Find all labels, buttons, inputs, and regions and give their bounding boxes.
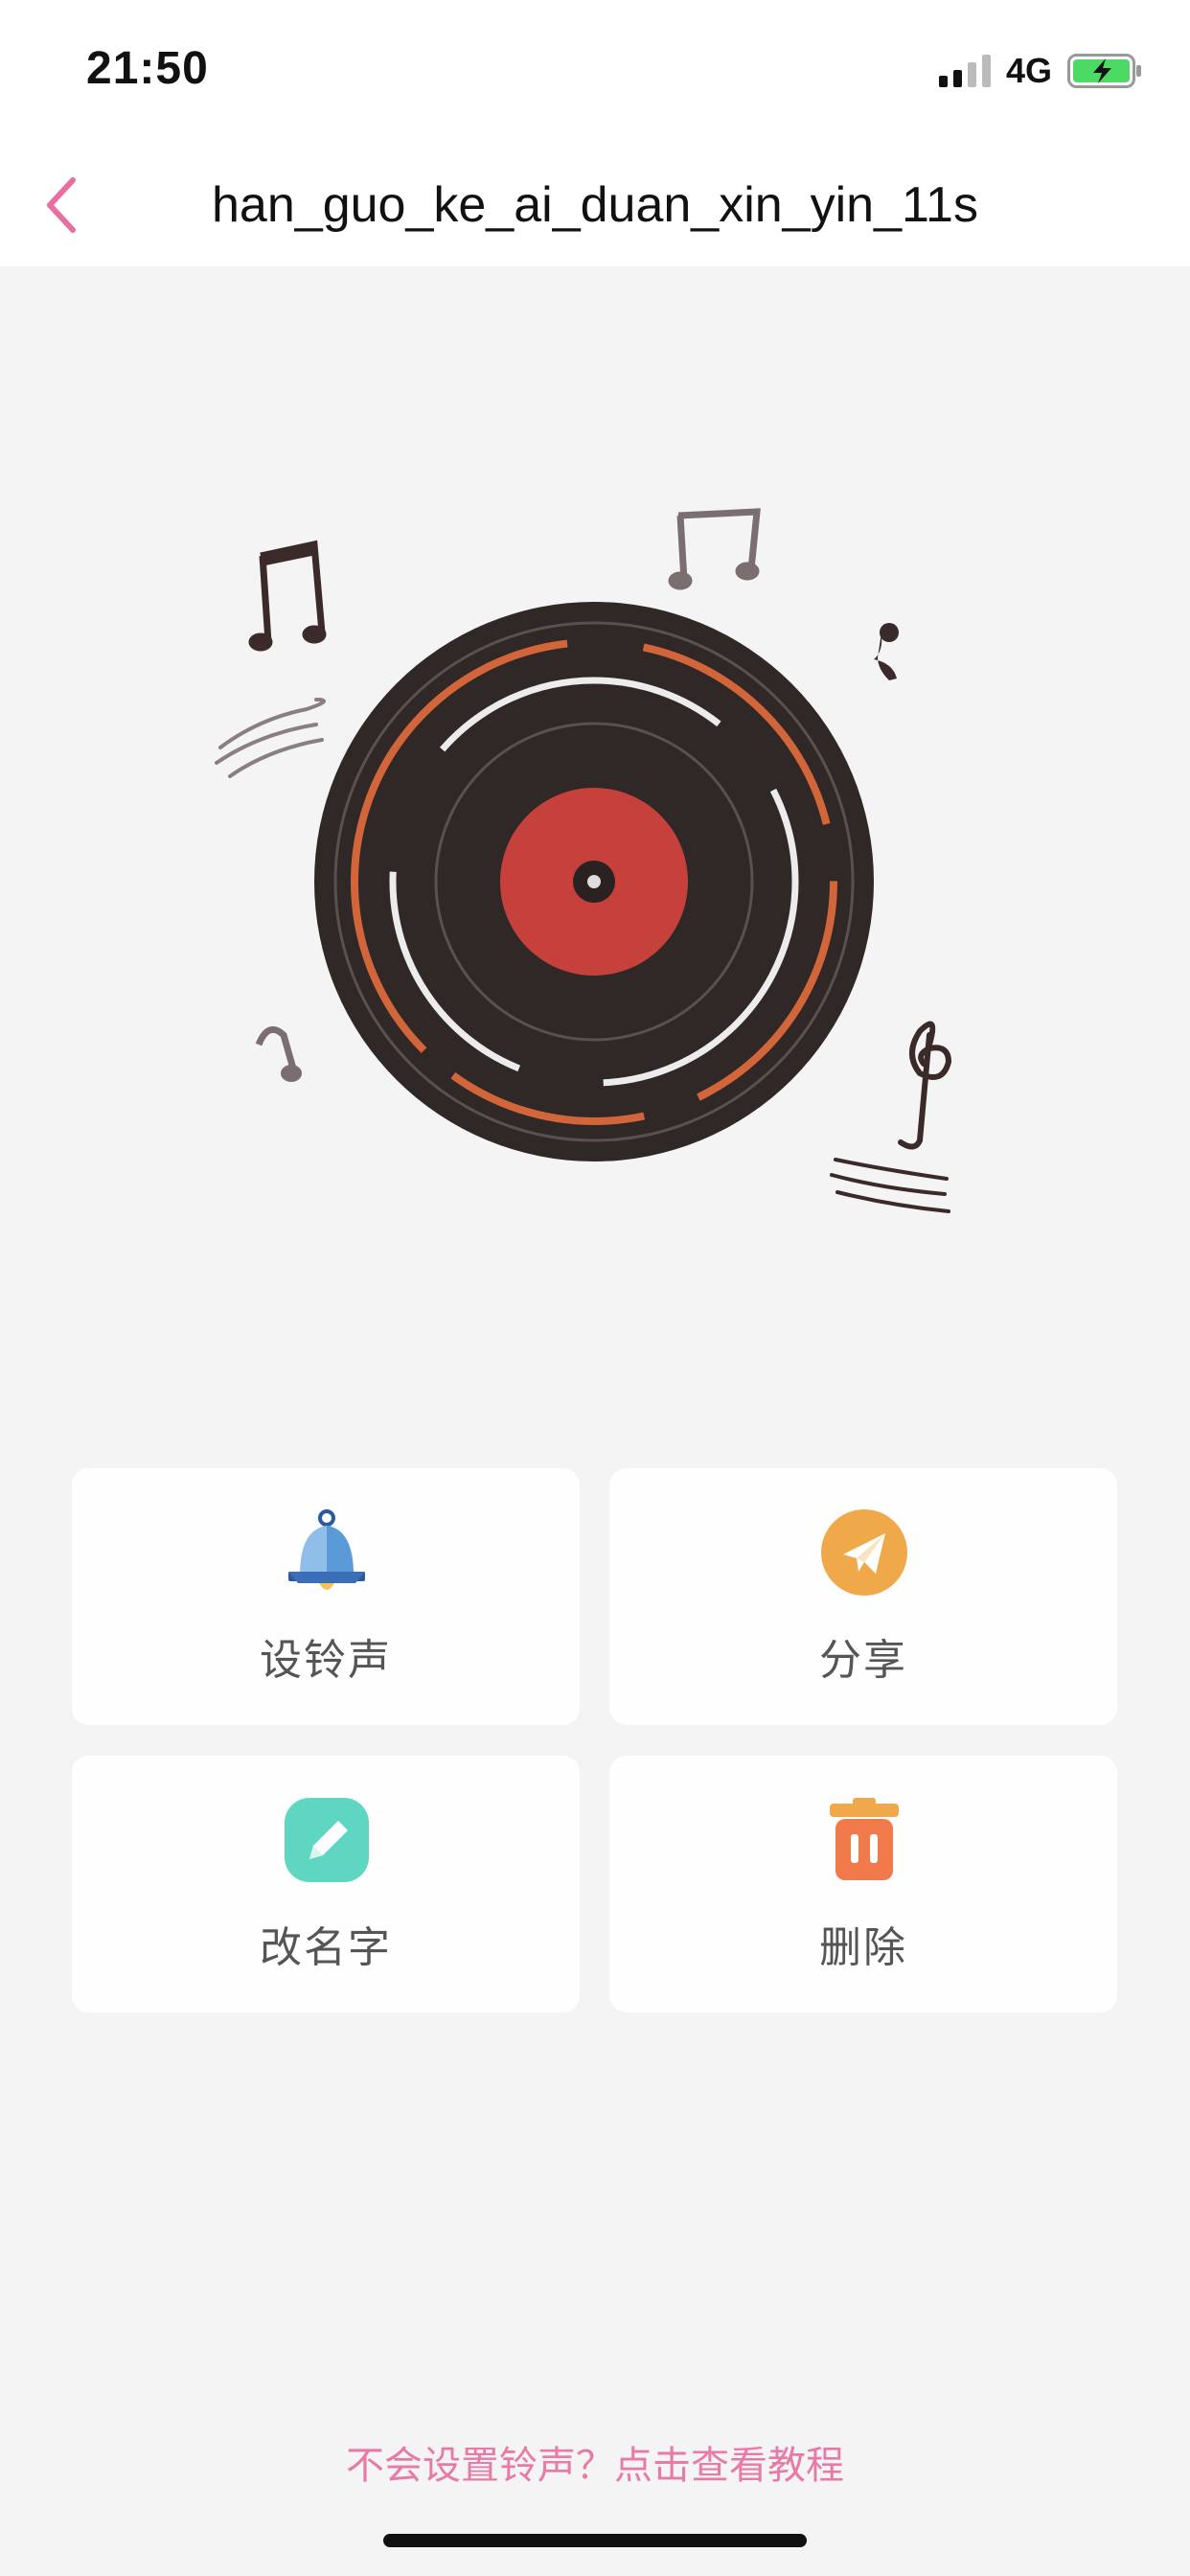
double-note-icon bbox=[668, 508, 761, 590]
set-ringtone-label: 设铃声 bbox=[260, 1637, 392, 1684]
home-indicator[interactable] bbox=[383, 2534, 807, 2547]
wave-lines-icon bbox=[215, 698, 326, 778]
eighth-note-icon bbox=[255, 1025, 302, 1082]
pencil-icon bbox=[283, 1796, 371, 1884]
status-time: 21:50 bbox=[86, 43, 209, 94]
music-note-icon bbox=[248, 540, 327, 652]
set-ringtone-button[interactable]: 设铃声 bbox=[72, 1468, 580, 1725]
rename-label: 改名字 bbox=[260, 1924, 392, 1971]
quarter-note-icon bbox=[874, 623, 899, 680]
rename-button[interactable]: 改名字 bbox=[72, 1756, 580, 2012]
delete-label: 删除 bbox=[819, 1924, 907, 1971]
battery-charging-icon bbox=[1067, 54, 1142, 88]
trash-icon bbox=[820, 1796, 908, 1884]
wave-lines-icon bbox=[830, 1158, 950, 1213]
bell-icon bbox=[283, 1508, 371, 1597]
delete-button[interactable]: 删除 bbox=[609, 1756, 1117, 2012]
navigation-bar: han_guo_ke_ai_duan_xin_yin_11s bbox=[0, 144, 1190, 266]
signal-icon bbox=[938, 55, 991, 87]
vinyl-record-illustration bbox=[192, 498, 996, 1284]
tutorial-link[interactable]: 不会设置铃声？点击查看教程 bbox=[0, 2434, 1190, 2490]
network-type: 4G bbox=[1005, 51, 1052, 90]
page-title: han_guo_ke_ai_duan_xin_yin_11s bbox=[212, 177, 978, 233]
treble-clef-icon bbox=[898, 1021, 952, 1150]
status-indicators: 4G bbox=[938, 50, 1142, 92]
paper-plane-icon bbox=[820, 1508, 908, 1597]
share-button[interactable]: 分享 bbox=[609, 1468, 1117, 1725]
status-bar: 21:50 4G bbox=[0, 0, 1190, 144]
share-label: 分享 bbox=[819, 1637, 907, 1684]
